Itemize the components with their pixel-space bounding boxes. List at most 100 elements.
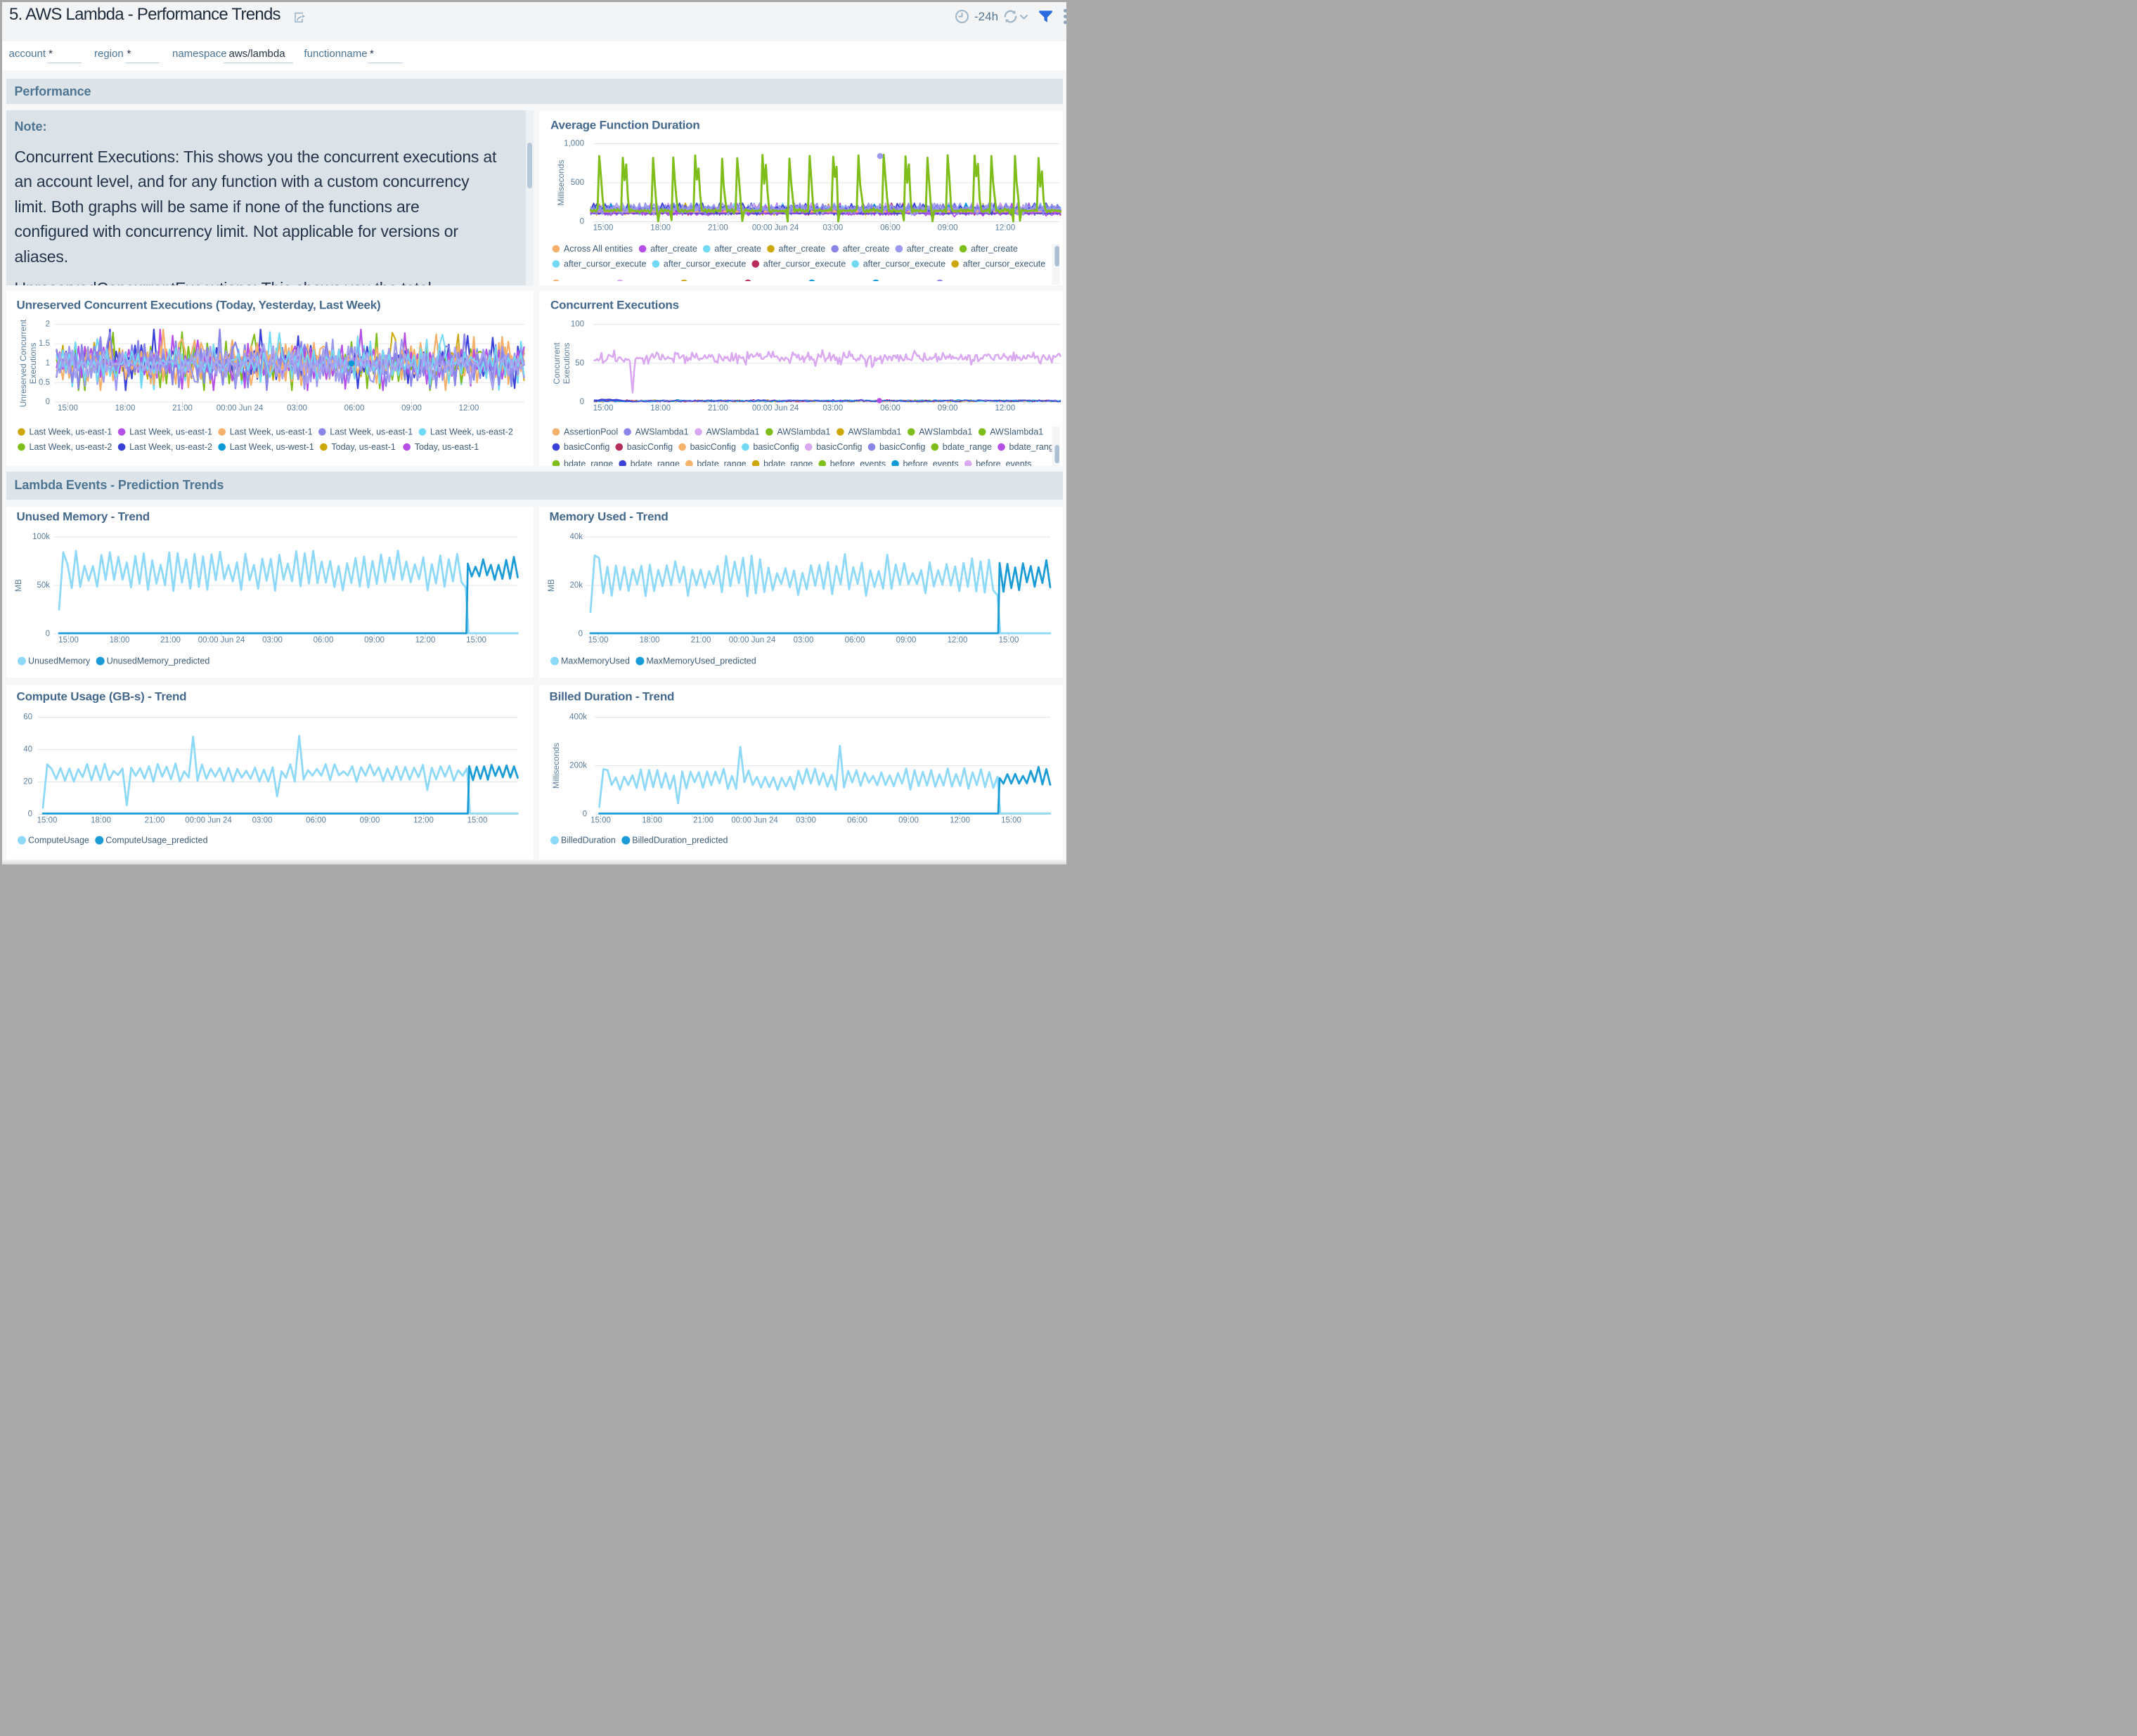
- svg-text:15:00: 15:00: [1001, 817, 1021, 825]
- svg-text:Last Week, us-east-2: Last Week, us-east-2: [29, 442, 112, 452]
- svg-text:basicConfig: basicConfig: [626, 442, 672, 452]
- svg-text:50k: 50k: [37, 581, 50, 590]
- svg-text:AWSlambda1: AWSlambda1: [706, 427, 759, 437]
- svg-text:15:00: 15:00: [467, 817, 487, 825]
- svg-text:Concurrent: Concurrent: [552, 342, 562, 384]
- svg-text:AWSlambda1: AWSlambda1: [919, 427, 972, 437]
- svg-text:Today, us-east-1: Today, us-east-1: [414, 442, 479, 452]
- svg-text:0: 0: [45, 630, 49, 638]
- svg-text:500: 500: [570, 179, 583, 187]
- svg-text:100: 100: [570, 320, 583, 329]
- svg-text:18:00: 18:00: [650, 224, 671, 232]
- svg-text:bdate_range: bdate_range: [763, 459, 813, 466]
- svg-text:Today, us-east-1: Today, us-east-1: [331, 442, 396, 452]
- svg-text:0: 0: [582, 810, 586, 819]
- svg-text:after_cursor_execute: after_cursor_execute: [564, 259, 646, 268]
- svg-text:AWSlambda1: AWSlambda1: [777, 427, 830, 437]
- svg-text:03:00: 03:00: [796, 817, 816, 825]
- svg-text:Last Week, us-west-1: Last Week, us-west-1: [229, 442, 314, 452]
- svg-text:40: 40: [23, 746, 32, 754]
- svg-text:09:00: 09:00: [896, 636, 916, 644]
- svg-text:09:00: 09:00: [937, 404, 957, 413]
- svg-text:03:00: 03:00: [262, 636, 283, 644]
- svg-text:15:00: 15:00: [58, 404, 78, 413]
- svg-text:21:00: 21:00: [172, 404, 193, 413]
- svg-text:after_cursor_execute: after_cursor_execute: [763, 259, 845, 268]
- svg-text:AWSlambda1: AWSlambda1: [848, 427, 901, 437]
- svg-text:15:00: 15:00: [593, 404, 613, 413]
- svg-text:MB: MB: [546, 579, 556, 592]
- svg-text:basicConfig: basicConfig: [879, 442, 925, 452]
- svg-text:bdate_range: bdate_range: [1009, 442, 1058, 452]
- svg-text:after_cursor_execute: after_cursor_execute: [962, 259, 1045, 268]
- svg-text:03:00: 03:00: [287, 404, 307, 413]
- svg-text:after_create: after_create: [906, 244, 953, 254]
- svg-text:12:00: 12:00: [995, 404, 1015, 413]
- svg-text:after_create: after_create: [650, 244, 697, 254]
- svg-text:09:00: 09:00: [898, 817, 919, 825]
- svg-text:after_create: after_create: [971, 244, 1018, 254]
- svg-text:21:00: 21:00: [693, 817, 714, 825]
- svg-text:12:00: 12:00: [415, 636, 435, 644]
- svg-text:18:00: 18:00: [115, 404, 135, 413]
- svg-text:15:00: 15:00: [466, 636, 486, 644]
- svg-text:40k: 40k: [569, 533, 583, 541]
- svg-text:15:00: 15:00: [593, 224, 613, 232]
- svg-text:MaxMemoryUsed_predicted: MaxMemoryUsed_predicted: [646, 656, 756, 666]
- svg-text:0: 0: [578, 630, 582, 638]
- svg-text:18:00: 18:00: [650, 404, 671, 413]
- svg-text:ComputeUsage: ComputeUsage: [28, 836, 89, 846]
- svg-text:Last Week, us-east-1: Last Week, us-east-1: [330, 427, 413, 437]
- svg-text:20: 20: [23, 778, 32, 786]
- svg-text:00:00 Jun 24: 00:00 Jun 24: [751, 224, 799, 232]
- svg-text:21:00: 21:00: [144, 817, 164, 825]
- svg-text:21:00: 21:00: [690, 636, 711, 644]
- svg-text:AWSlambda1: AWSlambda1: [635, 427, 688, 437]
- svg-text:06:00: 06:00: [313, 636, 333, 644]
- svg-text:12:00: 12:00: [950, 817, 970, 825]
- svg-text:18:00: 18:00: [639, 636, 659, 644]
- svg-text:12:00: 12:00: [947, 636, 967, 644]
- svg-text:1,000: 1,000: [564, 139, 584, 148]
- svg-text:bdate_range: bdate_range: [942, 442, 991, 452]
- svg-text:Across All entities: Across All entities: [564, 244, 633, 254]
- svg-text:after_create: after_create: [778, 244, 825, 254]
- svg-text:06:00: 06:00: [847, 817, 867, 825]
- svg-text:BilledDuration_predicted: BilledDuration_predicted: [632, 836, 728, 846]
- svg-text:AWSlambda1: AWSlambda1: [990, 427, 1043, 437]
- svg-text:Concurrent Executions: Concurrent Executions: [550, 299, 679, 312]
- svg-text:0: 0: [27, 810, 32, 819]
- svg-text:09:00: 09:00: [401, 404, 422, 413]
- svg-text:00:00 Jun 24: 00:00 Jun 24: [185, 817, 232, 825]
- svg-text:UnusedMemory_predicted: UnusedMemory_predicted: [106, 656, 209, 666]
- svg-text:Last Week, us-east-2: Last Week, us-east-2: [430, 427, 512, 437]
- svg-text:06:00: 06:00: [306, 817, 326, 825]
- svg-text:12:00: 12:00: [458, 404, 479, 413]
- svg-text:Unused Memory - Trend: Unused Memory - Trend: [16, 510, 149, 523]
- svg-text:before_events: before_events: [903, 459, 958, 466]
- svg-text:15:00: 15:00: [588, 636, 608, 644]
- svg-text:0: 0: [45, 398, 49, 406]
- svg-text:2: 2: [45, 320, 49, 329]
- svg-text:00:00 Jun 24: 00:00 Jun 24: [198, 636, 245, 644]
- svg-text:Last Week, us-east-1: Last Week, us-east-1: [129, 427, 212, 437]
- svg-text:09:00: 09:00: [364, 636, 385, 644]
- svg-text:Average Function Duration: Average Function Duration: [550, 118, 700, 131]
- svg-text:BilledDuration: BilledDuration: [561, 836, 616, 846]
- svg-text:00:00 Jun 24: 00:00 Jun 24: [216, 404, 263, 413]
- svg-text:Last Week, us-east-2: Last Week, us-east-2: [129, 442, 212, 452]
- svg-text:00:00 Jun 24: 00:00 Jun 24: [731, 817, 778, 825]
- svg-text:Memory Used - Trend: Memory Used - Trend: [549, 510, 668, 523]
- svg-text:0.5: 0.5: [39, 378, 50, 387]
- svg-text:ComputeUsage_predicted: ComputeUsage_predicted: [105, 836, 207, 846]
- svg-text:Unreserved Concurrent Executio: Unreserved Concurrent Executions (Today,…: [16, 299, 380, 312]
- svg-text:00:00 Jun 24: 00:00 Jun 24: [751, 404, 799, 413]
- svg-text:1.5: 1.5: [39, 339, 50, 348]
- svg-text:03:00: 03:00: [793, 636, 813, 644]
- svg-text:20k: 20k: [569, 581, 583, 590]
- svg-text:bdate_range: bdate_range: [564, 459, 613, 466]
- svg-text:06:00: 06:00: [880, 224, 900, 232]
- svg-text:03:00: 03:00: [822, 404, 843, 413]
- svg-text:03:00: 03:00: [252, 817, 272, 825]
- svg-text:0: 0: [579, 398, 583, 406]
